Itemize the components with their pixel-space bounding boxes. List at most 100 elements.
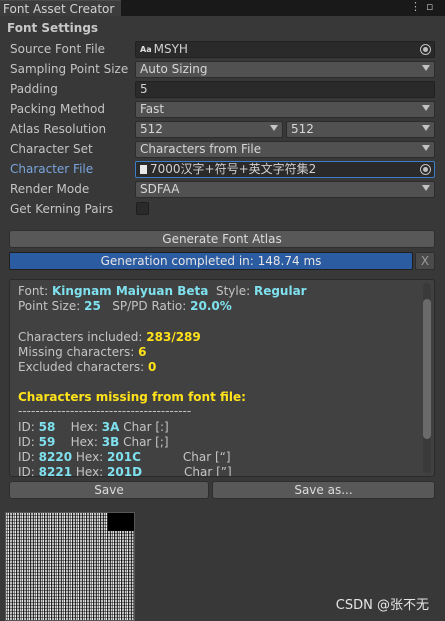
- style-label: Style:: [215, 284, 254, 298]
- excluded-characters-label: Excluded characters:: [18, 360, 149, 374]
- id-label: ID:: [18, 465, 39, 477]
- cancel-generation-button[interactable]: X: [415, 252, 435, 270]
- character-set-dropdown[interactable]: Characters from File: [135, 141, 435, 158]
- ratio-value: 20.0%: [190, 299, 232, 313]
- source-font-file-label: Source Font File: [10, 42, 106, 56]
- id-value: 59: [38, 435, 56, 449]
- progress-text: Generation completed in: 148.74 ms: [100, 254, 322, 268]
- divider-line: ----------------------------------------: [18, 404, 192, 418]
- save-button[interactable]: Save: [9, 481, 209, 499]
- render-mode-dropdown[interactable]: SDFAA: [135, 181, 435, 198]
- id-value: 8221: [38, 465, 73, 477]
- character-set-label: Character Set: [10, 142, 93, 156]
- hex-value: 3A: [101, 420, 120, 434]
- object-picker-icon[interactable]: [420, 164, 431, 175]
- chevron-down-icon: [270, 125, 278, 131]
- hex-value: 201C: [107, 450, 141, 464]
- generate-font-atlas-button[interactable]: Generate Font Atlas: [9, 230, 435, 248]
- character-set-value: Characters from File: [140, 142, 262, 156]
- char-value: Char [;]: [123, 435, 169, 449]
- watermark: CSDN @张不无: [335, 598, 429, 613]
- hex-label: Hex:: [70, 435, 102, 449]
- font-name-label: Font:: [18, 284, 52, 298]
- tab-bar: Font Asset Creator ⋮ ▫: [0, 0, 445, 16]
- atlas-width-value: 512: [140, 122, 163, 136]
- hex-label: Hex:: [70, 420, 102, 434]
- char-value: Char [“]: [182, 450, 231, 464]
- row-padding: Padding 5: [0, 80, 445, 100]
- padding-label: Padding: [10, 82, 58, 96]
- row-character-set: Character Set Characters from File: [0, 140, 445, 160]
- font-name-value: Kingnam Maiyuan Beta: [51, 284, 209, 298]
- generation-info-panel[interactable]: Font: Kingnam Maiyuan Beta Style: Regula…: [9, 279, 435, 477]
- hex-value: 201D: [107, 465, 143, 477]
- chevron-down-icon: [422, 65, 430, 71]
- generation-progress-bar: Generation completed in: 148.74 ms: [9, 252, 413, 270]
- packing-method-dropdown[interactable]: Fast: [135, 101, 435, 118]
- get-kerning-pairs-label: Get Kerning Pairs: [10, 202, 114, 216]
- chevron-down-icon: [422, 105, 430, 111]
- window-menu-icon[interactable]: ▫: [426, 0, 433, 16]
- font-asset-icon: Aa: [140, 45, 152, 54]
- source-font-file-value: MSYH: [153, 42, 188, 56]
- row-character-file: Character File 7000汉字+符号+英文字符集2: [0, 160, 445, 180]
- missing-characters-header: Characters missing from font file:: [18, 390, 246, 404]
- character-file-label: Character File: [10, 162, 94, 176]
- font-atlas-preview: [5, 512, 135, 621]
- tab-font-asset-creator[interactable]: Font Asset Creator: [0, 0, 121, 16]
- row-sampling-point-size: Sampling Point Size Auto Sizing: [0, 60, 445, 80]
- object-picker-icon[interactable]: [420, 44, 431, 55]
- id-label: ID:: [18, 420, 39, 434]
- sampling-point-size-value: Auto Sizing: [140, 62, 208, 76]
- missing-characters-line: Missing characters: 6: [18, 345, 147, 360]
- characters-included-label: Characters included:: [18, 330, 147, 344]
- render-mode-label: Render Mode: [10, 182, 90, 196]
- character-file-field[interactable]: 7000汉字+符号+英文字符集2: [135, 161, 435, 178]
- atlas-width-dropdown[interactable]: 512: [135, 121, 283, 138]
- font-info-line: Font: Kingnam Maiyuan Beta Style: Regula…: [18, 284, 307, 299]
- sampling-point-size-label: Sampling Point Size: [10, 62, 129, 76]
- render-mode-value: SDFAA: [140, 182, 180, 196]
- id-value: 58: [38, 420, 56, 434]
- get-kerning-pairs-checkbox[interactable]: [136, 202, 149, 215]
- characters-included-value: 283/289: [146, 330, 201, 344]
- packing-method-value: Fast: [140, 102, 165, 116]
- point-size-line: Point Size: 25 SP/PD Ratio: 20.0%: [18, 299, 232, 314]
- characters-included-line: Characters included: 283/289: [18, 330, 201, 345]
- packing-method-label: Packing Method: [10, 102, 105, 116]
- style-value: Regular: [253, 284, 307, 298]
- info-scrollbar[interactable]: [423, 283, 431, 473]
- missing-characters-value: 6: [138, 345, 147, 359]
- atlas-height-value: 512: [291, 122, 314, 136]
- chevron-down-icon: [422, 125, 430, 131]
- scrollbar-thumb[interactable]: [423, 299, 431, 439]
- row-get-kerning-pairs: Get Kerning Pairs: [0, 200, 445, 220]
- excluded-characters-value: 0: [148, 360, 157, 374]
- atlas-height-dropdown[interactable]: 512: [286, 121, 435, 138]
- padding-input[interactable]: 5: [135, 81, 435, 98]
- missing-char-row: ID: 58 Hex: 3A Char [:]: [18, 420, 169, 435]
- hex-value: 3B: [101, 435, 120, 449]
- chevron-down-icon: [422, 185, 430, 191]
- kebab-menu-icon[interactable]: ⋮: [410, 0, 421, 16]
- text-asset-icon: [140, 165, 147, 174]
- hex-label: Hex:: [75, 450, 108, 464]
- id-value: 8220: [38, 450, 73, 464]
- atlas-empty-region: [108, 513, 134, 531]
- source-font-file-field[interactable]: Aa MSYH: [135, 41, 435, 58]
- id-label: ID:: [18, 435, 39, 449]
- atlas-resolution-label: Atlas Resolution: [10, 122, 107, 136]
- char-value: Char [”]: [184, 465, 232, 477]
- row-render-mode: Render Mode SDFAA: [0, 180, 445, 200]
- ratio-label: SP/PD Ratio:: [112, 299, 191, 313]
- missing-char-row: ID: 8221 Hex: 201D Char [”]: [18, 465, 232, 477]
- sampling-point-size-dropdown[interactable]: Auto Sizing: [135, 61, 435, 78]
- row-source-font-file: Source Font File Aa MSYH: [0, 40, 445, 60]
- missing-char-row: ID: 59 Hex: 3B Char [;]: [18, 435, 169, 450]
- excluded-characters-line: Excluded characters: 0: [18, 360, 156, 375]
- char-value: Char [:]: [123, 420, 169, 434]
- point-size-label: Point Size:: [18, 299, 85, 313]
- save-as-button[interactable]: Save as...: [212, 481, 435, 499]
- hex-label: Hex:: [75, 465, 108, 477]
- point-size-value: 25: [84, 299, 101, 313]
